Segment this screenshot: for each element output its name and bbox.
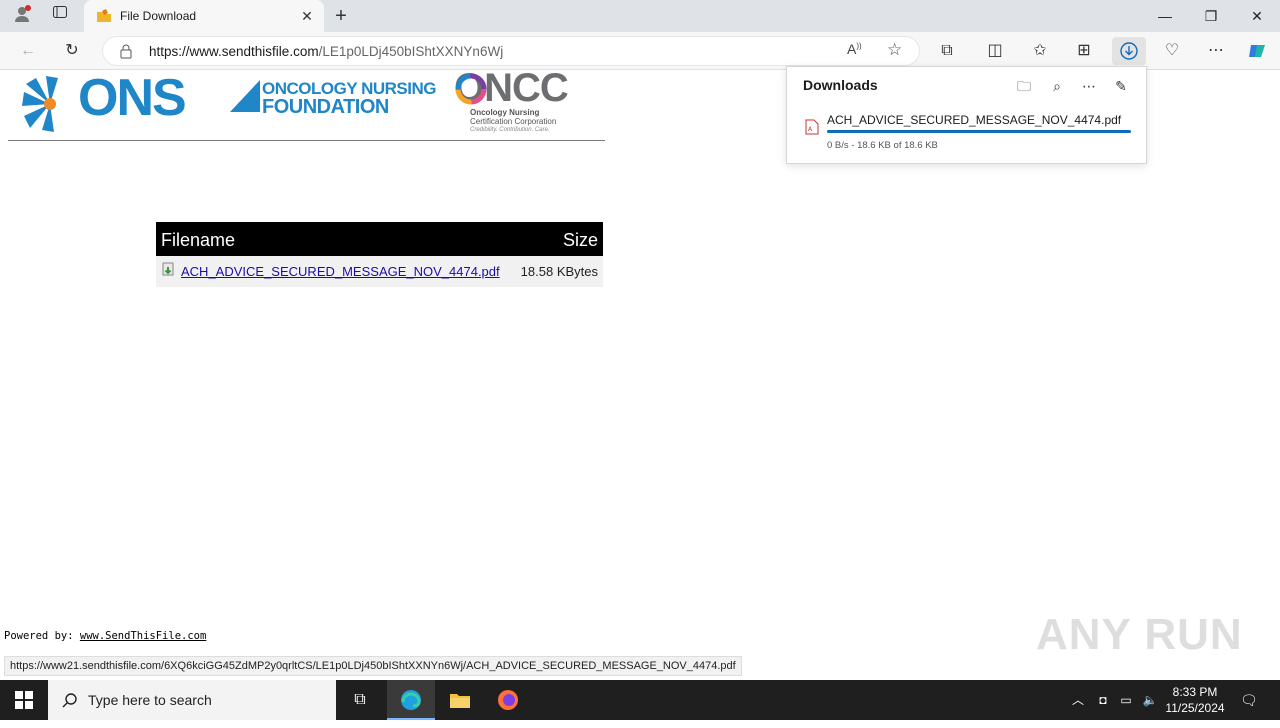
firefox-icon[interactable] [484,680,532,720]
ons-logo [22,72,78,139]
search-icon [62,693,77,708]
anyrun-watermark: ANY RUN [1036,610,1243,659]
powered-by: Powered by: www.SendThisFile.com [4,630,206,642]
browser-essentials-icon[interactable]: ♡ [1158,37,1186,65]
download-item-name[interactable]: ACH_ADVICE_SECURED_MESSAGE_NOV_4474.pdf [827,113,1121,127]
foundation-logo [228,78,262,119]
search-icon[interactable]: ⌕ [1046,75,1068,97]
collections-icon[interactable]: ⊞ [1070,37,1098,65]
close-window-button[interactable]: ✕ [1234,0,1280,32]
notifications-icon[interactable]: 🗨 [1240,692,1258,708]
network-icon[interactable]: ▭ [1118,692,1134,708]
edge-taskbar-icon[interactable] [387,680,435,720]
clock-time: 8:33 PM [1172,685,1218,699]
tab-actions-icon[interactable] [48,4,72,28]
taskbar-clock[interactable]: 8:33 PM 11/25/2024 [1162,684,1228,716]
header-filename: Filename [161,230,236,250]
start-button[interactable] [0,680,48,720]
oncc-subtitle: Oncology Nursing Certification Corporati… [470,108,557,133]
downloads-button[interactable] [1112,37,1146,65]
pin-icon[interactable]: ✎ [1110,75,1132,97]
file-explorer-icon[interactable] [436,680,484,720]
split-screen-icon[interactable]: ◫ [981,37,1009,65]
read-aloud-icon[interactable]: A)) [847,41,862,57]
more-options-icon[interactable]: ⋯ [1078,75,1100,97]
meet-now-icon[interactable]: ◘ [1095,692,1111,708]
search-placeholder: Type here to search [88,692,212,708]
refresh-button[interactable]: ↻ [58,37,86,65]
profile-icon[interactable] [10,4,34,28]
pdf-file-icon: A [805,119,819,135]
tab-strip: File Download ✕ + — ❐ ✕ [0,0,1280,32]
foundation-logo-text: ONCOLOGY NURSING FOUNDATION [262,79,436,118]
file-size: 18.58 KBytes [520,264,598,279]
settings-more-icon[interactable]: ⋯ [1202,37,1230,65]
lock-icon [120,44,132,59]
back-button[interactable]: ← [14,37,42,65]
taskbar-search[interactable]: Type here to search [48,680,336,720]
favorite-star-icon[interactable]: ☆ [887,40,902,60]
header-size: Size [562,230,598,250]
downloads-flyout: Downloads 🗀 ⌕ ⋯ ✎ A ACH_ADVICE_SECURED_M… [786,66,1147,164]
clock-date: 11/25/2024 [1165,701,1225,715]
show-hidden-icons[interactable]: ︿ [1070,692,1086,708]
tab-file-download[interactable]: File Download ✕ [84,0,324,32]
favorites-icon[interactable]: ✩ [1026,37,1054,65]
file-table-header: Filename Size [156,222,603,256]
sendthisfile-link[interactable]: www.SendThisFile.com [80,630,206,642]
taskbar: Type here to search ⧉ ︿ ◘ ▭ 🔈 8:33 PM 11… [0,680,1280,720]
new-tab-button[interactable]: + [329,4,353,28]
open-folder-icon[interactable]: 🗀 [1013,75,1035,97]
tab-title: File Download [120,9,197,23]
powered-by-label: Powered by: [4,630,74,642]
extensions-icon[interactable]: ⧉ [933,37,961,65]
download-progress-bar [827,130,1131,133]
tab-close-icon[interactable]: ✕ [298,7,316,25]
browser-toolbar: ← ↻ https://www.sendthisfile.com/LE1p0LD… [0,32,1280,70]
file-download-icon [162,262,174,276]
volume-icon[interactable]: 🔈 [1142,692,1158,708]
task-view-icon[interactable]: ⧉ [336,680,384,720]
table-row: ACH_ADVICE_SECURED_MESSAGE_NOV_4474.pdf … [156,256,603,287]
downloads-title: Downloads [803,77,878,93]
download-icon [1120,42,1138,60]
download-item-status: 0 B/s - 18.6 KB of 18.6 KB [827,140,938,151]
ons-logo-text: ONS [78,69,187,127]
file-download-link[interactable]: ACH_ADVICE_SECURED_MESSAGE_NOV_4474.pdf [181,264,500,279]
oncc-logo-ring [454,72,488,111]
copilot-icon[interactable] [1243,37,1271,65]
restore-button[interactable]: ❐ [1188,0,1234,32]
logo-banner: ONS ONCOLOGY NURSING FOUNDATION ONCC Onc… [8,66,605,141]
folder-favicon-icon [97,9,111,22]
minimize-button[interactable]: — [1142,0,1188,32]
file-table: Filename Size ACH_ADVICE_SECURED_MESSAGE… [156,222,603,287]
address-bar[interactable]: https://www.sendthisfile.com/LE1p0LDj450… [102,36,920,66]
status-bar-url: https://www21.sendthisfile.com/6XQ6kciGG… [4,656,742,676]
address-url: https://www.sendthisfile.com/LE1p0LDj450… [149,44,504,59]
